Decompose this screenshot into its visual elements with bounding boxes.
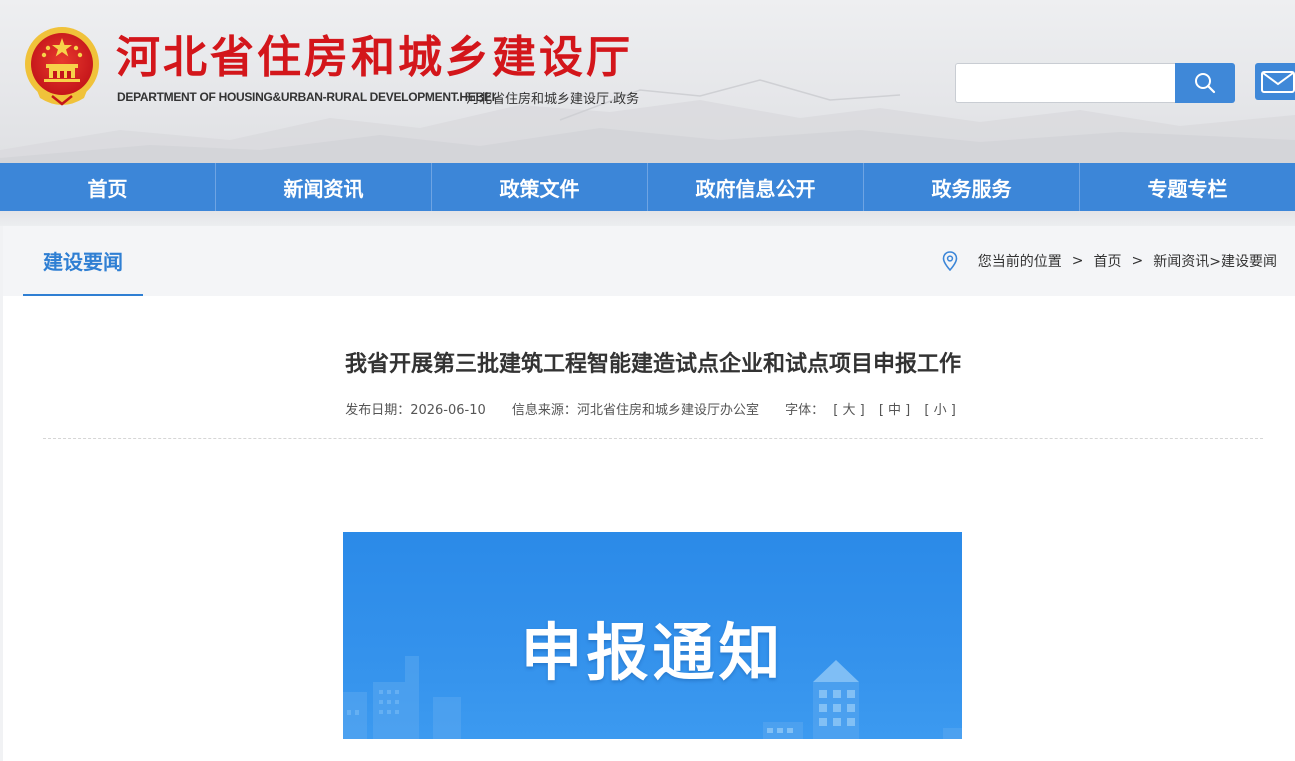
national-emblem-icon: [22, 24, 102, 108]
publish-date: 发布日期：2026-06-10: [345, 403, 486, 418]
main-nav: 首页 新闻资讯 政策文件 政府信息公开 政务服务 专题专栏: [0, 163, 1295, 211]
site-subtitle-cn: 河北省住房和城乡建设厅.政务: [466, 92, 640, 107]
article-title: 我省开展第三批建筑工程智能建造试点企业和试点项目申报工作: [344, 352, 961, 377]
nav-item-topics[interactable]: 专题专栏: [1079, 163, 1295, 211]
nav-item-gov-info[interactable]: 政府信息公开: [647, 163, 863, 211]
info-source: 信息来源：河北省住房和城乡建设厅办公室: [511, 403, 759, 418]
title-divider: [43, 438, 1263, 439]
font-size-controls: 字体： [ 大 ] [ 中 ] [ 小 ]: [785, 403, 961, 418]
font-medium-button[interactable]: [ 中 ]: [879, 403, 910, 418]
section-header: 建设要闻 您当前的位置 > 首页 > 新闻资讯>建设要闻: [3, 226, 1295, 296]
search-icon: [1195, 73, 1216, 94]
font-large-button[interactable]: [ 大 ]: [833, 403, 864, 418]
content-panel: 建设要闻 您当前的位置 > 首页 > 新闻资讯>建设要闻 我省开展第三批建筑工程…: [3, 226, 1295, 761]
search-input[interactable]: [955, 63, 1175, 103]
font-size-label: 字体：: [785, 403, 825, 418]
banner-title: 申报通知: [520, 616, 785, 689]
site-subtitle-en: DEPARTMENT OF HOUSING&URBAN-RURAL DEVELO…: [117, 90, 495, 104]
breadcrumb-home-link[interactable]: 首页: [1094, 251, 1122, 271]
breadcrumb-prefix: 您当前的位置: [977, 254, 1062, 270]
site-header: 河北省住房和城乡建设厅 DEPARTMENT OF HOUSING&URBAN-…: [0, 0, 1295, 163]
breadcrumb-separator: >: [1071, 253, 1084, 269]
nav-item-news[interactable]: 新闻资讯: [215, 163, 431, 211]
breadcrumb-separator: >: [1131, 253, 1144, 269]
location-pin-icon: [942, 251, 958, 271]
site-title: 河北省住房和城乡建设厅: [116, 32, 633, 83]
section-tab[interactable]: 建设要闻: [23, 226, 143, 296]
nav-item-services[interactable]: 政务服务: [863, 163, 1079, 211]
mail-button[interactable]: [1255, 63, 1295, 100]
breadcrumb: 您当前的位置 > 首页 > 新闻资讯>建设要闻: [942, 248, 1277, 274]
mail-icon: [1261, 70, 1295, 93]
font-small-button[interactable]: [ 小 ]: [924, 403, 955, 418]
article-banner-image: 申报通知: [343, 532, 962, 739]
breadcrumb-path-link[interactable]: 新闻资讯>建设要闻: [1153, 251, 1277, 271]
nav-shadow-band: [0, 211, 1295, 226]
nav-item-policy[interactable]: 政策文件: [431, 163, 647, 211]
nav-item-home[interactable]: 首页: [0, 163, 215, 211]
search-button[interactable]: [1175, 63, 1235, 103]
article-meta: 发布日期：2026-06-10 信息来源：河北省住房和城乡建设厅办公室 字体： …: [3, 399, 1295, 418]
